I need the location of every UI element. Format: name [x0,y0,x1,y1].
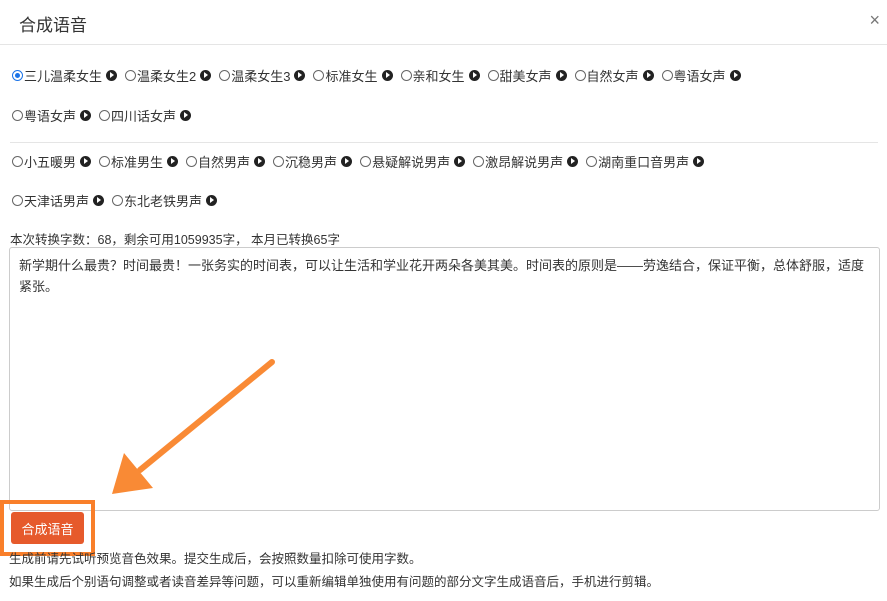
voice-option[interactable]: 温柔女生3 [219,66,306,85]
voice-label: 东北老铁男声 [124,193,203,209]
voice-option[interactable]: 天津话男声 [12,191,105,210]
voice-option[interactable]: 东北老铁男声 [112,191,218,210]
voice-option[interactable]: 四川话女声 [99,106,192,125]
play-icon[interactable] [200,69,212,81]
voice-option[interactable]: 悬疑解说男声 [360,152,466,171]
radio-button[interactable] [487,69,499,81]
voice-label: 自然女声 [586,68,639,84]
play-icon[interactable] [80,155,92,167]
voice-label: 粤语女声 [673,68,726,84]
voice-option[interactable]: 粤语女声 [661,66,741,85]
dialog-header: 合成语音 × [0,0,887,45]
voice-option[interactable]: 激昂解说男声 [473,152,579,171]
voice-label: 温柔女生3 [231,68,291,84]
play-icon[interactable] [254,155,266,167]
voice-option[interactable]: 自然男声 [186,152,266,171]
radio-button[interactable] [574,69,586,81]
radio-button[interactable] [473,155,485,167]
voice-label: 温柔女生2 [137,68,197,84]
radio-button[interactable] [273,155,285,167]
voice-label: 亲和女生 [412,68,465,84]
radio-button[interactable] [99,109,111,121]
voice-option[interactable]: 湖南重口音男声 [586,152,705,171]
voice-label: 自然男声 [198,154,251,170]
voice-label: 小五暖男 [24,154,77,170]
conversion-stats: 本次转换字数：68，剩余可用1059935字， 本月已转换65字 [10,233,340,247]
voice-option[interactable]: 标准男生 [99,152,179,171]
radio-button[interactable] [12,194,23,206]
voice-label: 天津话男声 [24,193,90,209]
close-icon[interactable]: × [869,10,880,31]
play-icon[interactable] [180,109,192,121]
play-icon[interactable] [555,69,567,81]
radio-button[interactable] [12,109,23,121]
play-icon[interactable] [341,155,353,167]
play-icon[interactable] [454,155,466,167]
play-icon[interactable] [693,155,705,167]
voice-option[interactable]: 三儿温柔女生 [12,66,118,85]
female-voices-row-2: 粤语女声 四川话女声 [12,104,199,126]
play-icon[interactable] [106,69,118,81]
play-icon[interactable] [93,194,105,206]
play-icon[interactable] [567,155,579,167]
radio-button[interactable] [125,69,137,81]
radio-button[interactable] [112,194,124,206]
play-icon[interactable] [729,69,741,81]
voice-option[interactable]: 亲和女生 [400,66,480,85]
radio-button[interactable] [313,69,325,81]
voice-option[interactable]: 小五暖男 [12,152,92,171]
voice-label: 粤语女声 [24,108,77,124]
voice-option[interactable]: 温柔女生2 [125,66,212,85]
voice-label: 四川话女声 [111,108,177,124]
section-divider [10,142,878,143]
voice-label: 湖南重口音男声 [598,154,690,170]
voice-label: 沉稳男声 [285,154,338,170]
voice-label: 悬疑解说男声 [372,154,451,170]
voice-option[interactable]: 自然女声 [574,66,654,85]
radio-button[interactable] [99,155,111,167]
play-icon[interactable] [294,69,306,81]
radio-button[interactable] [586,155,598,167]
radio-button[interactable] [219,69,231,81]
voice-label: 标准男生 [111,154,164,170]
radio-button[interactable] [12,155,23,167]
male-voices-row-2: 天津话男声 东北老铁男声 [12,189,225,211]
play-icon[interactable] [468,69,480,81]
play-icon[interactable] [167,155,179,167]
radio-button[interactable] [186,155,198,167]
play-icon[interactable] [642,69,654,81]
play-icon[interactable] [381,69,393,81]
voice-option[interactable]: 标准女生 [313,66,393,85]
generate-speech-button[interactable]: 合成语音 [11,512,84,544]
voice-label: 标准女生 [325,68,378,84]
text-input-area[interactable]: 新学期什么最贵？时间最贵！一张务实的时间表，可以让生活和学业花开两朵各美其美。时… [9,247,880,511]
play-icon[interactable] [206,194,218,206]
voice-option[interactable]: 甜美女声 [487,66,567,85]
dialog-title: 合成语音 [19,16,87,35]
male-voices-row-1: 小五暖男 标准男生 自然男声 沉稳男声 悬疑解说男声 激昂解说男声 湖南重口音男… [12,150,712,172]
voice-label: 甜美女声 [499,68,552,84]
radio-button[interactable] [360,155,372,167]
female-voices-row-1: 三儿温柔女生 温柔女生2 温柔女生3 标准女生 亲和女生 甜美女声 自然女声 粤… [12,64,749,86]
note-line-2: 如果生成后个别语句调整或者读音差异等问题，可以重新编辑单独使用有问题的部分文字生… [9,575,660,589]
radio-button[interactable] [400,69,412,81]
note-line-1: 生成前请先试听预览音色效果。提交生成后，会按照数量扣除可使用字数。 [9,552,422,566]
voice-label: 激昂解说男声 [485,154,564,170]
voice-label: 三儿温柔女生 [24,68,103,84]
radio-button[interactable] [661,69,673,81]
play-icon[interactable] [80,109,92,121]
radio-button[interactable] [12,69,23,81]
voice-option[interactable]: 沉稳男声 [273,152,353,171]
voice-option[interactable]: 粤语女声 [12,106,92,125]
